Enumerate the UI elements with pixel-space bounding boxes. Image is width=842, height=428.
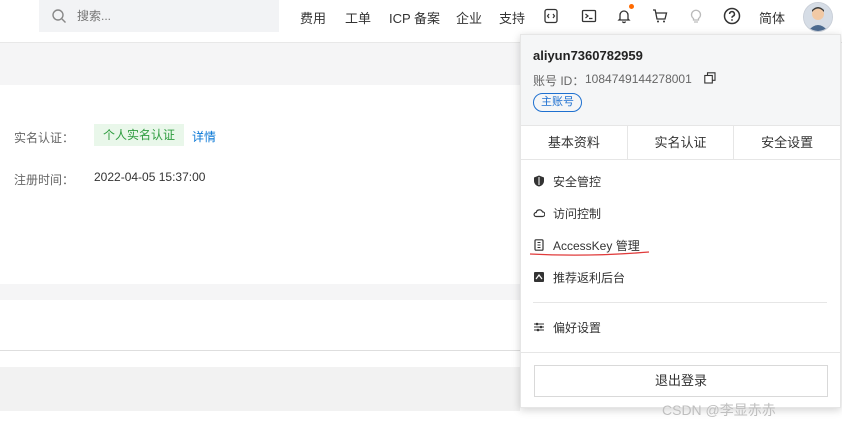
account-dropdown: aliyun7360782959 账号 ID： 1084749144278001… — [520, 34, 841, 408]
avatar[interactable] — [803, 2, 833, 32]
account-summary: aliyun7360782959 账号 ID： 1084749144278001… — [521, 35, 840, 125]
language-switch[interactable]: 简体 — [759, 8, 785, 27]
nav-link-enterprise[interactable]: 企业 — [456, 8, 482, 27]
menu-divider — [533, 302, 827, 303]
search-icon — [52, 9, 66, 23]
bell-icon[interactable] — [614, 4, 634, 26]
account-id-label: 账号 ID： — [533, 74, 585, 88]
tab-basic-info[interactable]: 基本资料 — [521, 126, 628, 159]
watermark: CSDN @李显赤赤 — [662, 402, 776, 418]
logout-divider — [521, 352, 840, 353]
nav-link-billing[interactable]: 费用 — [300, 8, 326, 27]
tab-security-settings[interactable]: 安全设置 — [734, 126, 840, 159]
nav-link-tickets[interactable]: 工单 — [345, 8, 371, 27]
footer-band — [0, 367, 520, 411]
terminal-code-icon[interactable] — [541, 6, 561, 26]
menu-item-referral[interactable]: 推荐返利后台 — [533, 267, 625, 287]
section-separator — [0, 284, 520, 300]
search-box[interactable] — [39, 0, 279, 32]
account-tabs: 基本资料 实名认证 安全设置 — [521, 125, 840, 160]
red-annotation-underline — [529, 251, 650, 256]
verify-status-badge: 个人实名认证 — [94, 124, 185, 146]
nav-link-icp[interactable]: ICP 备案 — [389, 8, 440, 27]
help-icon[interactable] — [722, 6, 742, 26]
menu-item-access-control[interactable]: 访问控制 — [533, 203, 601, 223]
divider — [0, 350, 520, 351]
register-time-label: 注册时间： — [14, 173, 75, 187]
menu-item-preferences[interactable]: 偏好设置 — [533, 317, 601, 337]
notification-dot — [629, 4, 634, 9]
cart-icon[interactable] — [650, 6, 670, 26]
menu-item-label: 安全管控 — [553, 174, 602, 189]
console-icon[interactable] — [579, 6, 599, 26]
bulb-icon[interactable] — [686, 6, 706, 26]
logout-button[interactable]: 退出登录 — [534, 365, 828, 397]
register-time-value: 2022-04-05 15:37:00 — [94, 170, 206, 184]
referral-icon — [534, 272, 544, 282]
verify-label: 实名认证： — [14, 131, 75, 145]
shield-icon — [534, 175, 544, 187]
menu-item-label: 偏好设置 — [553, 320, 602, 335]
account-id-value: 1084749144278001 — [585, 72, 692, 86]
verify-details-link[interactable]: 详情 — [192, 128, 216, 145]
page-header-band — [0, 43, 520, 85]
menu-item-label: 推荐返利后台 — [553, 270, 626, 285]
sliders-icon — [534, 322, 544, 332]
menu-item-label: 访问控制 — [553, 206, 602, 221]
main-account-badge: 主账号 — [533, 93, 582, 112]
account-username: aliyun7360782959 — [533, 48, 643, 63]
copy-icon[interactable] — [704, 72, 716, 84]
nav-link-support[interactable]: 支持 — [499, 8, 525, 27]
search-input[interactable] — [75, 8, 269, 24]
cloud-icon — [533, 209, 545, 218]
menu-item-security-control[interactable]: 安全管控 — [533, 171, 601, 191]
tab-verification[interactable]: 实名认证 — [628, 126, 735, 159]
